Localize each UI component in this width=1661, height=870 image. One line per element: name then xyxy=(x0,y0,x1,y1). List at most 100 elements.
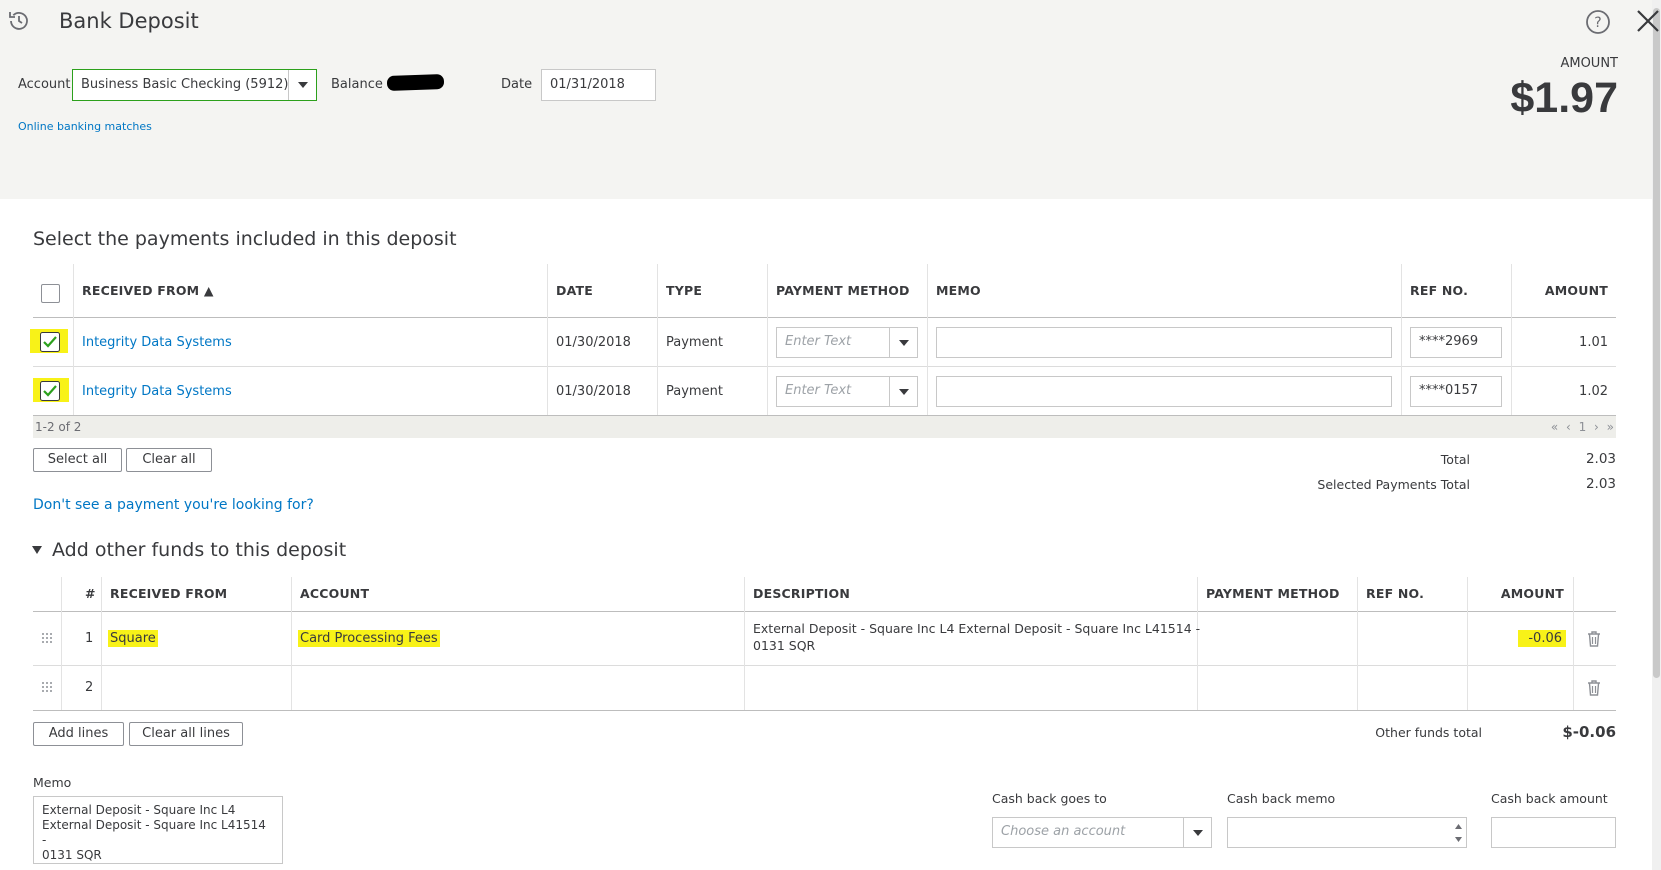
online-banking-matches-link[interactable]: Online banking matches xyxy=(18,120,152,133)
trash-icon[interactable] xyxy=(1587,631,1601,647)
date-field[interactable]: 01/31/2018 xyxy=(541,69,656,101)
payment-date: 01/30/2018 xyxy=(556,384,631,399)
checkbox-checked-icon[interactable] xyxy=(40,381,60,401)
col-divider xyxy=(1467,577,1468,710)
col-amount[interactable]: AMOUNT xyxy=(1545,283,1608,298)
amount-value: $1.97 xyxy=(1510,74,1618,122)
account-label: Account xyxy=(18,77,71,92)
memo-line: External Deposit - Square Inc L4 xyxy=(42,803,236,817)
col-divider xyxy=(101,577,102,710)
account-select[interactable]: Business Basic Checking (5912) xyxy=(72,69,317,101)
funds-received-from[interactable]: Square xyxy=(108,630,158,647)
cash-back-memo-input[interactable] xyxy=(1227,817,1467,848)
col-type[interactable]: TYPE xyxy=(666,283,702,298)
payment-received-from[interactable]: Integrity Data Systems xyxy=(82,384,232,399)
cash-back-memo-label: Cash back memo xyxy=(1227,791,1336,806)
col-funds-received-from: RECEIVED FROM xyxy=(110,586,228,601)
funds-header-divider xyxy=(33,611,1616,612)
col-divider xyxy=(1401,264,1402,415)
balance-label: Balance $ xyxy=(331,77,396,92)
col-divider xyxy=(927,264,928,415)
select-all-button[interactable]: Select all xyxy=(33,448,122,472)
selected-total-label: Selected Payments Total xyxy=(1317,477,1470,492)
clear-all-lines-button[interactable]: Clear all lines xyxy=(129,722,243,746)
memo-textarea[interactable]: External Deposit - Square Inc L4 Externa… xyxy=(33,796,283,864)
line-number: 2 xyxy=(85,680,94,695)
memo-label: Memo xyxy=(33,775,72,790)
payment-memo-input[interactable] xyxy=(936,376,1392,407)
payments-total-value: 2.03 xyxy=(1585,451,1616,467)
amount-label: AMOUNT xyxy=(1560,56,1618,71)
col-date[interactable]: DATE xyxy=(556,283,593,298)
col-funds-ref-no: REF NO. xyxy=(1366,586,1425,601)
help-icon[interactable]: ? xyxy=(1585,9,1611,35)
payments-header-divider xyxy=(33,317,1616,318)
col-payment-method[interactable]: PAYMENT METHOD xyxy=(776,283,910,298)
history-icon[interactable] xyxy=(6,8,32,34)
payment-memo-input[interactable] xyxy=(936,327,1392,358)
pagination-summary: 1-2 of 2 xyxy=(35,420,82,434)
payments-heading: Select the payments included in this dep… xyxy=(33,228,457,250)
scrollbar-thumb[interactable] xyxy=(1653,8,1660,678)
dropdown-arrow-icon[interactable] xyxy=(288,70,316,100)
payment-method-placeholder: Enter Text xyxy=(785,334,852,349)
account-select-value: Business Basic Checking (5912) xyxy=(81,77,289,92)
funds-received-from-text: Square xyxy=(108,630,158,647)
payment-method-select[interactable]: Enter Text xyxy=(776,376,918,407)
col-divider xyxy=(1573,577,1574,710)
line-number: 1 xyxy=(85,631,94,646)
other-funds-total-label: Other funds total xyxy=(1375,725,1482,740)
payment-ref-input[interactable]: ****0157 xyxy=(1410,376,1502,407)
memo-line: External Deposit - Square Inc L41514 - xyxy=(42,818,266,847)
col-received-from[interactable]: RECEIVED FROM ▲ xyxy=(82,283,214,298)
col-funds-payment-method: PAYMENT METHOD xyxy=(1206,586,1340,601)
col-divider xyxy=(767,264,768,415)
cash-back-amount-input[interactable] xyxy=(1491,817,1616,848)
funds-account[interactable]: Card Processing Fees xyxy=(298,630,440,647)
spinner-icon[interactable] xyxy=(1454,821,1463,845)
payment-type: Payment xyxy=(666,335,723,350)
grip-icon[interactable] xyxy=(41,681,53,693)
col-divider xyxy=(291,577,292,710)
funds-description-line1[interactable]: External Deposit - Square Inc L4 Externa… xyxy=(753,621,1200,636)
funds-description-line2[interactable]: 0131 SQR xyxy=(753,638,815,653)
checkbox-checked-icon[interactable] xyxy=(40,332,60,352)
payments-total-label: Total xyxy=(1440,452,1470,467)
close-icon[interactable] xyxy=(1635,8,1661,34)
col-divider xyxy=(1511,264,1512,415)
col-ref-no[interactable]: REF NO. xyxy=(1410,283,1468,298)
dropdown-arrow-icon[interactable] xyxy=(889,377,917,406)
payment-date: 01/30/2018 xyxy=(556,335,631,350)
trash-icon[interactable] xyxy=(1587,680,1601,696)
page-title: Bank Deposit xyxy=(59,9,199,33)
col-funds-amount: AMOUNT xyxy=(1500,586,1564,601)
col-divider xyxy=(1197,577,1198,710)
payment-amount: 1.01 xyxy=(1579,335,1608,350)
select-all-payments-checkbox[interactable] xyxy=(41,284,60,303)
dropdown-arrow-icon[interactable] xyxy=(889,328,917,357)
payment-ref-input[interactable]: ****2969 xyxy=(1410,327,1502,358)
memo-line: 0131 SQR xyxy=(42,848,102,862)
cash-back-amount-label: Cash back amount xyxy=(1491,791,1608,806)
col-divider xyxy=(744,577,745,710)
funds-amount[interactable]: -0.06 xyxy=(1518,630,1566,647)
collapse-triangle-icon[interactable] xyxy=(31,545,43,555)
grip-icon[interactable] xyxy=(41,632,53,644)
pagination-nav[interactable]: « ‹ 1 › » xyxy=(1551,420,1616,434)
clear-all-button[interactable]: Clear all xyxy=(126,448,212,472)
payment-received-from[interactable]: Integrity Data Systems xyxy=(82,335,232,350)
svg-text:?: ? xyxy=(1594,15,1601,31)
redacted-balance xyxy=(386,74,445,91)
missing-payment-link[interactable]: Don't see a payment you're looking for? xyxy=(33,497,314,513)
col-memo[interactable]: MEMO xyxy=(936,283,981,298)
payment-method-select[interactable]: Enter Text xyxy=(776,327,918,358)
payment-method-placeholder: Enter Text xyxy=(785,383,852,398)
funds-row-divider xyxy=(33,665,1616,666)
add-lines-button[interactable]: Add lines xyxy=(33,722,124,746)
other-funds-heading[interactable]: Add other funds to this deposit xyxy=(52,539,346,561)
col-funds-account: ACCOUNT xyxy=(300,586,370,601)
dropdown-arrow-icon[interactable] xyxy=(1183,818,1211,847)
funds-bottom-divider xyxy=(33,710,1616,711)
cash-back-account-select[interactable]: Choose an account xyxy=(992,817,1212,848)
selected-total-value: 2.03 xyxy=(1585,476,1616,492)
